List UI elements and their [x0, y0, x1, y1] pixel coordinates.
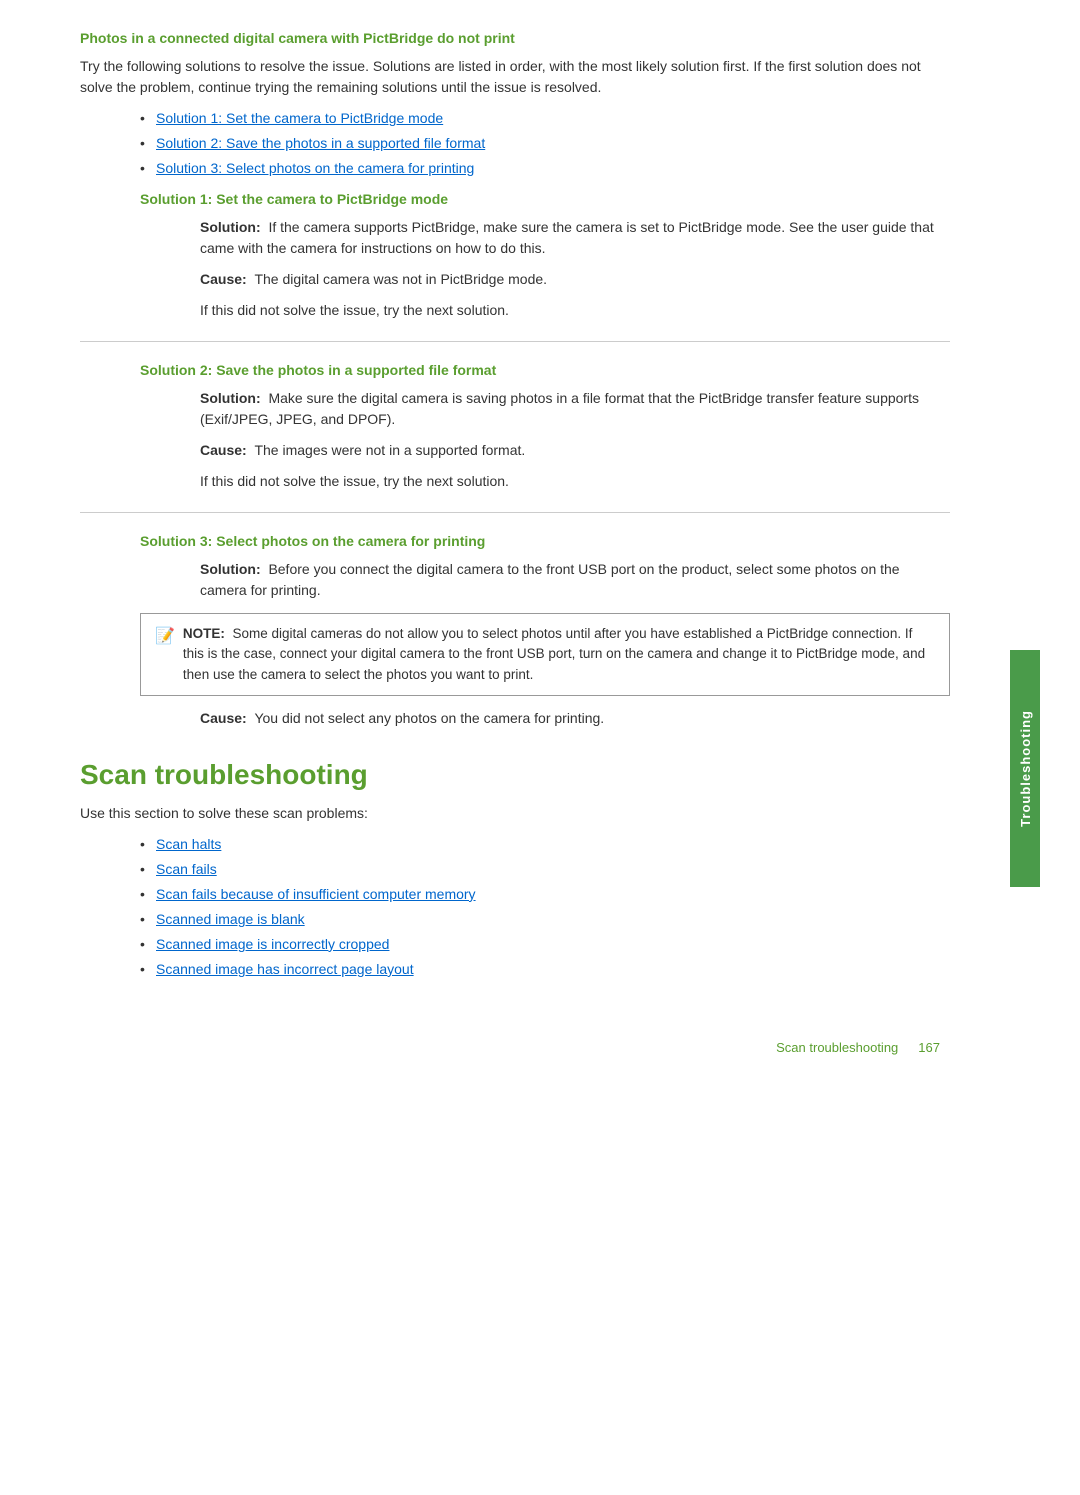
troubleshooting-tab: Troubleshooting — [1010, 650, 1040, 887]
scan-intro: Use this section to solve these scan pro… — [80, 803, 950, 824]
cause1-label: Cause: — [200, 271, 247, 287]
tab-label: Troubleshooting — [1018, 710, 1033, 827]
list-item-sol1: Solution 1: Set the camera to PictBridge… — [140, 108, 950, 129]
note-content: NOTE: Some digital cameras do not allow … — [183, 624, 935, 685]
link-sol1[interactable]: Solution 1: Set the camera to PictBridge… — [156, 110, 443, 126]
scan-link-3[interactable]: Scan fails because of insufficient compu… — [156, 886, 476, 902]
solution3-heading: Solution 3: Select photos on the camera … — [140, 533, 950, 549]
cause3-label: Cause: — [200, 710, 247, 726]
cause1-content: The digital camera was not in PictBridge… — [254, 271, 547, 287]
solution1-cause: Cause: The digital camera was not in Pic… — [200, 269, 950, 290]
scan-list-item-3: Scan fails because of insufficient compu… — [140, 884, 950, 905]
solution1-text: Solution: If the camera supports PictBri… — [200, 217, 950, 259]
link-sol3[interactable]: Solution 3: Select photos on the camera … — [156, 160, 474, 176]
scan-section-heading: Scan troubleshooting — [80, 759, 950, 791]
section-heading-pictbridge: Photos in a connected digital camera wit… — [80, 30, 950, 46]
scan-link-1[interactable]: Scan halts — [156, 836, 221, 852]
divider1 — [80, 341, 950, 342]
intro-text: Try the following solutions to resolve t… — [80, 56, 950, 98]
solution3-text: Solution: Before you connect the digital… — [200, 559, 950, 601]
scan-list-item-2: Scan fails — [140, 859, 950, 880]
solution2-heading: Solution 2: Save the photos in a support… — [140, 362, 950, 378]
scan-list-item-4: Scanned image is blank — [140, 909, 950, 930]
scan-list: Scan halts Scan fails Scan fails because… — [140, 834, 950, 980]
solution2-cause: Cause: The images were not in a supporte… — [200, 440, 950, 461]
solution2-label: Solution: — [200, 390, 261, 406]
note-icon: 📝 — [155, 625, 175, 685]
solution3-block: Solution 3: Select photos on the camera … — [140, 533, 950, 729]
solution2-content: Make sure the digital camera is saving p… — [200, 390, 919, 427]
scan-link-5[interactable]: Scanned image is incorrectly cropped — [156, 936, 389, 952]
note-box: 📝 NOTE: Some digital cameras do not allo… — [140, 613, 950, 696]
footer-page-number: 167 — [918, 1040, 940, 1055]
scan-link-6[interactable]: Scanned image has incorrect page layout — [156, 961, 414, 977]
list-item-sol3: Solution 3: Select photos on the camera … — [140, 158, 950, 179]
note-label: NOTE: — [183, 626, 225, 641]
note-text: Some digital cameras do not allow you to… — [183, 626, 925, 682]
footer-left: Scan troubleshooting — [776, 1040, 898, 1055]
cause3-content: You did not select any photos on the cam… — [254, 710, 604, 726]
solution1-content: If the camera supports PictBridge, make … — [200, 219, 934, 256]
link-sol2[interactable]: Solution 2: Save the photos in a support… — [156, 135, 485, 151]
solution1-next: If this did not solve the issue, try the… — [200, 300, 950, 321]
solution3-label: Solution: — [200, 561, 261, 577]
cause2-content: The images were not in a supported forma… — [254, 442, 525, 458]
list-item-sol2: Solution 2: Save the photos in a support… — [140, 133, 950, 154]
scan-link-4[interactable]: Scanned image is blank — [156, 911, 305, 927]
solution1-heading: Solution 1: Set the camera to PictBridge… — [140, 191, 950, 207]
solution3-cause: Cause: You did not select any photos on … — [200, 708, 950, 729]
divider2 — [80, 512, 950, 513]
scan-list-item-6: Scanned image has incorrect page layout — [140, 959, 950, 980]
solutions-list: Solution 1: Set the camera to PictBridge… — [140, 108, 950, 179]
solution1-label: Solution: — [200, 219, 261, 235]
scan-list-item-5: Scanned image is incorrectly cropped — [140, 934, 950, 955]
scan-link-2[interactable]: Scan fails — [156, 861, 217, 877]
solution2-next: If this did not solve the issue, try the… — [200, 471, 950, 492]
cause2-label: Cause: — [200, 442, 247, 458]
solution1-block: Solution 1: Set the camera to PictBridge… — [140, 191, 950, 321]
scan-list-item-1: Scan halts — [140, 834, 950, 855]
solution2-block: Solution 2: Save the photos in a support… — [140, 362, 950, 492]
solution3-content: Before you connect the digital camera to… — [200, 561, 900, 598]
solution2-text: Solution: Make sure the digital camera i… — [200, 388, 950, 430]
